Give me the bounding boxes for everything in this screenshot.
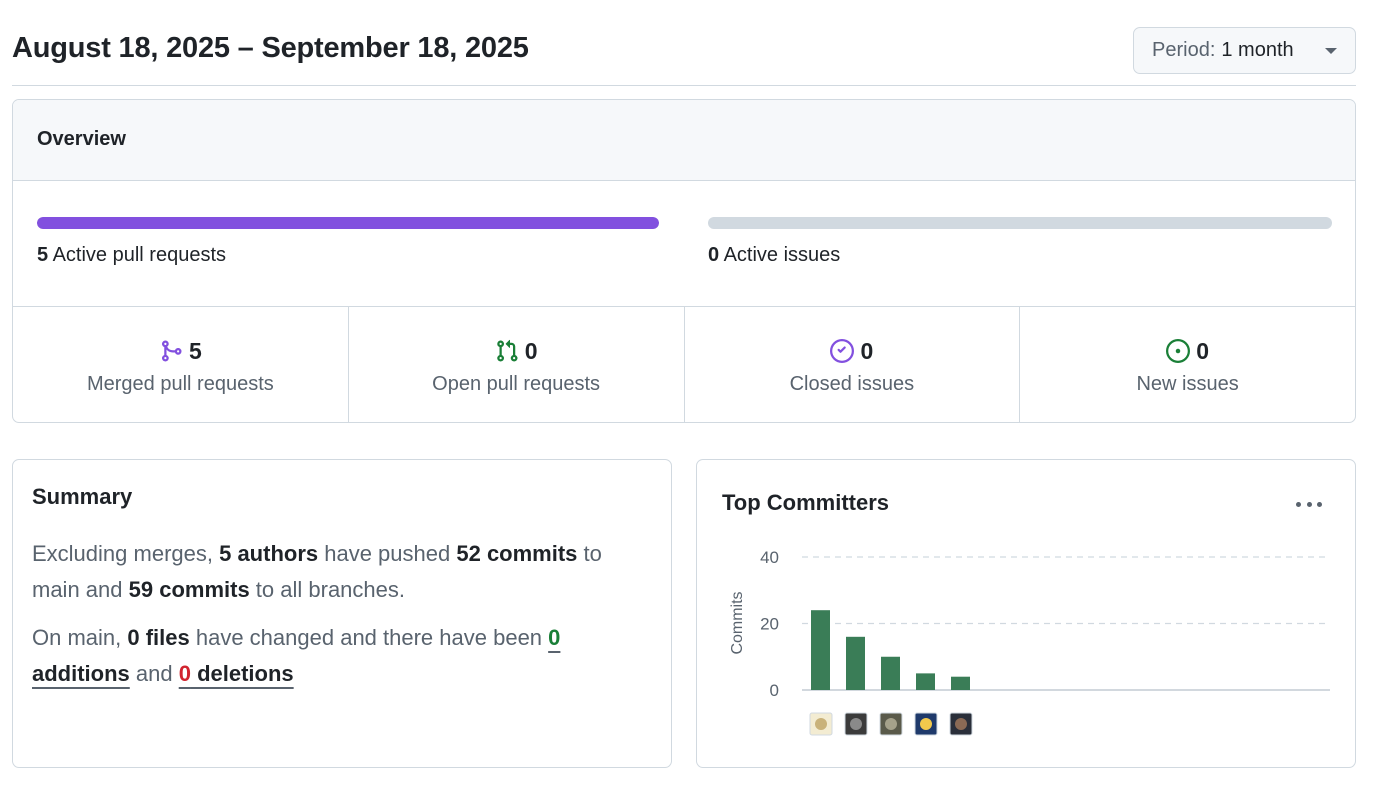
- additions-word: additions: [32, 661, 130, 686]
- deletions-word: deletions: [190, 661, 294, 686]
- period-value: 1 month: [1221, 39, 1294, 61]
- more-options-kebab-icon[interactable]: [1293, 492, 1325, 516]
- summary-text: to all branches.: [249, 577, 405, 602]
- overview-title: Overview: [13, 100, 1355, 181]
- open-prs-count: 0: [524, 337, 538, 364]
- y-tick-label: 40: [760, 548, 779, 567]
- new-issues-count: 0: [1196, 337, 1210, 364]
- bar-3: [881, 656, 900, 690]
- active-issues-bar: [708, 217, 1332, 229]
- active-prs-text: Active pull requests: [52, 244, 226, 266]
- summary-title: Summary: [32, 484, 133, 509]
- summary-panel: Summary Excluding merges, 5 authors have…: [12, 459, 672, 768]
- top-committers-title: Top Committers: [722, 490, 890, 515]
- bar-5: [951, 676, 970, 690]
- avatar-figure: [955, 718, 967, 730]
- overview-stats: 5 Merged pull requests 0 Open pull reque…: [13, 307, 1355, 422]
- active-prs-bar-fill: [37, 217, 659, 229]
- new-issue-icon: [1166, 339, 1191, 363]
- bar-4: [916, 673, 935, 690]
- merged-pr-icon: [161, 340, 182, 362]
- stat-open-prs[interactable]: 0 Open pull requests: [349, 307, 685, 422]
- active-issues-count: 0: [708, 244, 720, 266]
- summary-text: have pushed: [318, 541, 457, 566]
- caret-down-icon: [1325, 48, 1337, 54]
- date-range-title: August 18, 2025 – September 18, 2025: [12, 32, 529, 64]
- period-label: Period:: [1152, 39, 1216, 61]
- summary-text: have changed and there have been: [189, 625, 549, 650]
- authors-count: 5 authors: [219, 541, 319, 566]
- open-prs-label: Open pull requests: [432, 373, 601, 395]
- summary-changes-text: On main, 0 files have changed and there …: [32, 620, 652, 692]
- new-issues-label: New issues: [1136, 373, 1239, 395]
- additions-count: 0: [548, 625, 561, 650]
- page-header: August 18, 2025 – September 18, 2025 Per…: [12, 24, 1356, 86]
- active-issues-label[interactable]: 0 Active issues: [708, 244, 840, 267]
- avatar-figure: [850, 718, 862, 730]
- stat-closed-issues[interactable]: 0 Closed issues: [685, 307, 1021, 422]
- summary-text: Excluding merges,: [32, 541, 220, 566]
- avatar-figure: [815, 718, 827, 730]
- closed-issues-label: Closed issues: [789, 373, 915, 395]
- closed-issues-count: 0: [860, 337, 874, 364]
- merged-prs-count: 5: [188, 337, 202, 364]
- avatar-3-avatar[interactable]: [879, 712, 903, 736]
- overview-bars: 5 Active pull requests 0 Active issues: [13, 181, 1355, 307]
- overview-panel: Overview 5 Active pull requests 0 Active…: [12, 99, 1356, 423]
- files-changed-count: 0 files: [127, 625, 190, 650]
- avatar-4-avatar[interactable]: [914, 712, 938, 736]
- active-prs-count: 5: [37, 244, 49, 266]
- active-issues-text: Active issues: [723, 244, 841, 266]
- summary-text: and: [129, 661, 179, 686]
- stat-new-issues[interactable]: 0 New issues: [1020, 307, 1355, 422]
- top-committers-panel: 0 20 40 Commits Top Committers: [696, 459, 1356, 768]
- bar-2: [846, 636, 865, 690]
- bar-1: [811, 610, 830, 690]
- avatar-figure: [920, 718, 932, 730]
- period-dropdown-button[interactable]: Period: 1 month: [1133, 27, 1356, 74]
- y-axis-label: Commits: [729, 591, 746, 654]
- stat-merged-prs[interactable]: 5 Merged pull requests: [13, 307, 349, 422]
- active-prs-label[interactable]: 5 Active pull requests: [37, 244, 226, 267]
- avatar-5-avatar[interactable]: [949, 712, 973, 736]
- closed-issue-icon: [830, 339, 855, 363]
- summary-text: On main,: [32, 625, 128, 650]
- avatar-1-avatar[interactable]: [809, 712, 833, 736]
- commits-all-count: 59 commits: [128, 577, 250, 602]
- deletions-count: 0: [178, 661, 191, 686]
- active-prs-bar: [37, 217, 659, 229]
- avatar-2-avatar[interactable]: [844, 712, 868, 736]
- open-pr-icon: [496, 339, 518, 362]
- summary-commits-text: Excluding merges, 5 authors have pushed …: [32, 536, 652, 608]
- merged-prs-label: Merged pull requests: [86, 373, 274, 395]
- commits-main-count: 52 commits: [456, 541, 578, 566]
- avatar-figure: [885, 718, 897, 730]
- y-tick-label: 0: [770, 681, 779, 700]
- y-tick-label: 20: [760, 615, 779, 634]
- deletions-link[interactable]: 0 deletions: [179, 661, 294, 686]
